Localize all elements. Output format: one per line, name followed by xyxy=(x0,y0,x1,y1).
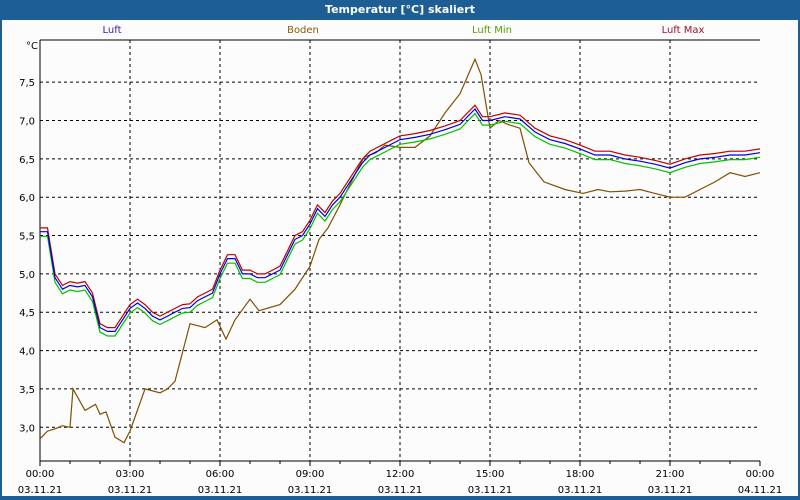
x-tick-date: 03.11.21 xyxy=(288,485,333,496)
x-tick-date: 03.11.21 xyxy=(108,485,153,496)
y-tick-label: 5,5 xyxy=(19,232,35,243)
legend-item-luft-min: Luft Min xyxy=(472,25,512,36)
legend-item-luft: Luft xyxy=(103,25,122,36)
legend: Luft Boden Luft Min Luft Max xyxy=(103,25,705,36)
y-axis-unit: °C xyxy=(26,41,38,52)
y-tick-label: 4,5 xyxy=(19,308,35,319)
x-tick-time: 15:00 xyxy=(476,469,505,480)
x-tick-time: 06:00 xyxy=(206,469,235,480)
legend-item-boden: Boden xyxy=(287,25,319,36)
y-tick-label: 4,0 xyxy=(19,347,35,358)
y-tick-label: 3,0 xyxy=(19,423,35,434)
x-tick-date: 04.11.21 xyxy=(738,485,783,496)
x-tick-date: 03.11.21 xyxy=(468,485,513,496)
y-tick-label: 6,5 xyxy=(19,155,35,166)
x-tick-date: 03.11.21 xyxy=(18,485,63,496)
y-tick-label: 5,0 xyxy=(19,270,35,281)
temperature-chart: Luft Boden Luft Min Luft Max °C 3,0 3,5 4,0 4,… xyxy=(18,25,783,496)
x-tick-date: 03.11.21 xyxy=(558,485,603,496)
x-tick-date: 03.11.21 xyxy=(648,485,693,496)
x-tick-time: 00:00 xyxy=(746,469,775,480)
y-tick-label: 3,5 xyxy=(19,385,35,396)
x-tick-date: 03.11.21 xyxy=(378,485,423,496)
grid xyxy=(40,40,760,461)
x-tick-time: 18:00 xyxy=(566,469,595,480)
x-tick-time: 21:00 xyxy=(656,469,685,480)
y-tick-label: 7,0 xyxy=(19,117,35,128)
legend-item-luft-max: Luft Max xyxy=(662,25,705,36)
x-tick-time: 09:00 xyxy=(296,469,325,480)
x-tick-time: 03:00 xyxy=(116,469,145,480)
x-tick-time: 12:00 xyxy=(386,469,415,480)
x-tick-date: 03.11.21 xyxy=(198,485,243,496)
y-tick-label: 7,5 xyxy=(19,78,35,89)
x-tick-time: 00:00 xyxy=(26,469,55,480)
y-tick-label: 6,0 xyxy=(19,193,35,204)
